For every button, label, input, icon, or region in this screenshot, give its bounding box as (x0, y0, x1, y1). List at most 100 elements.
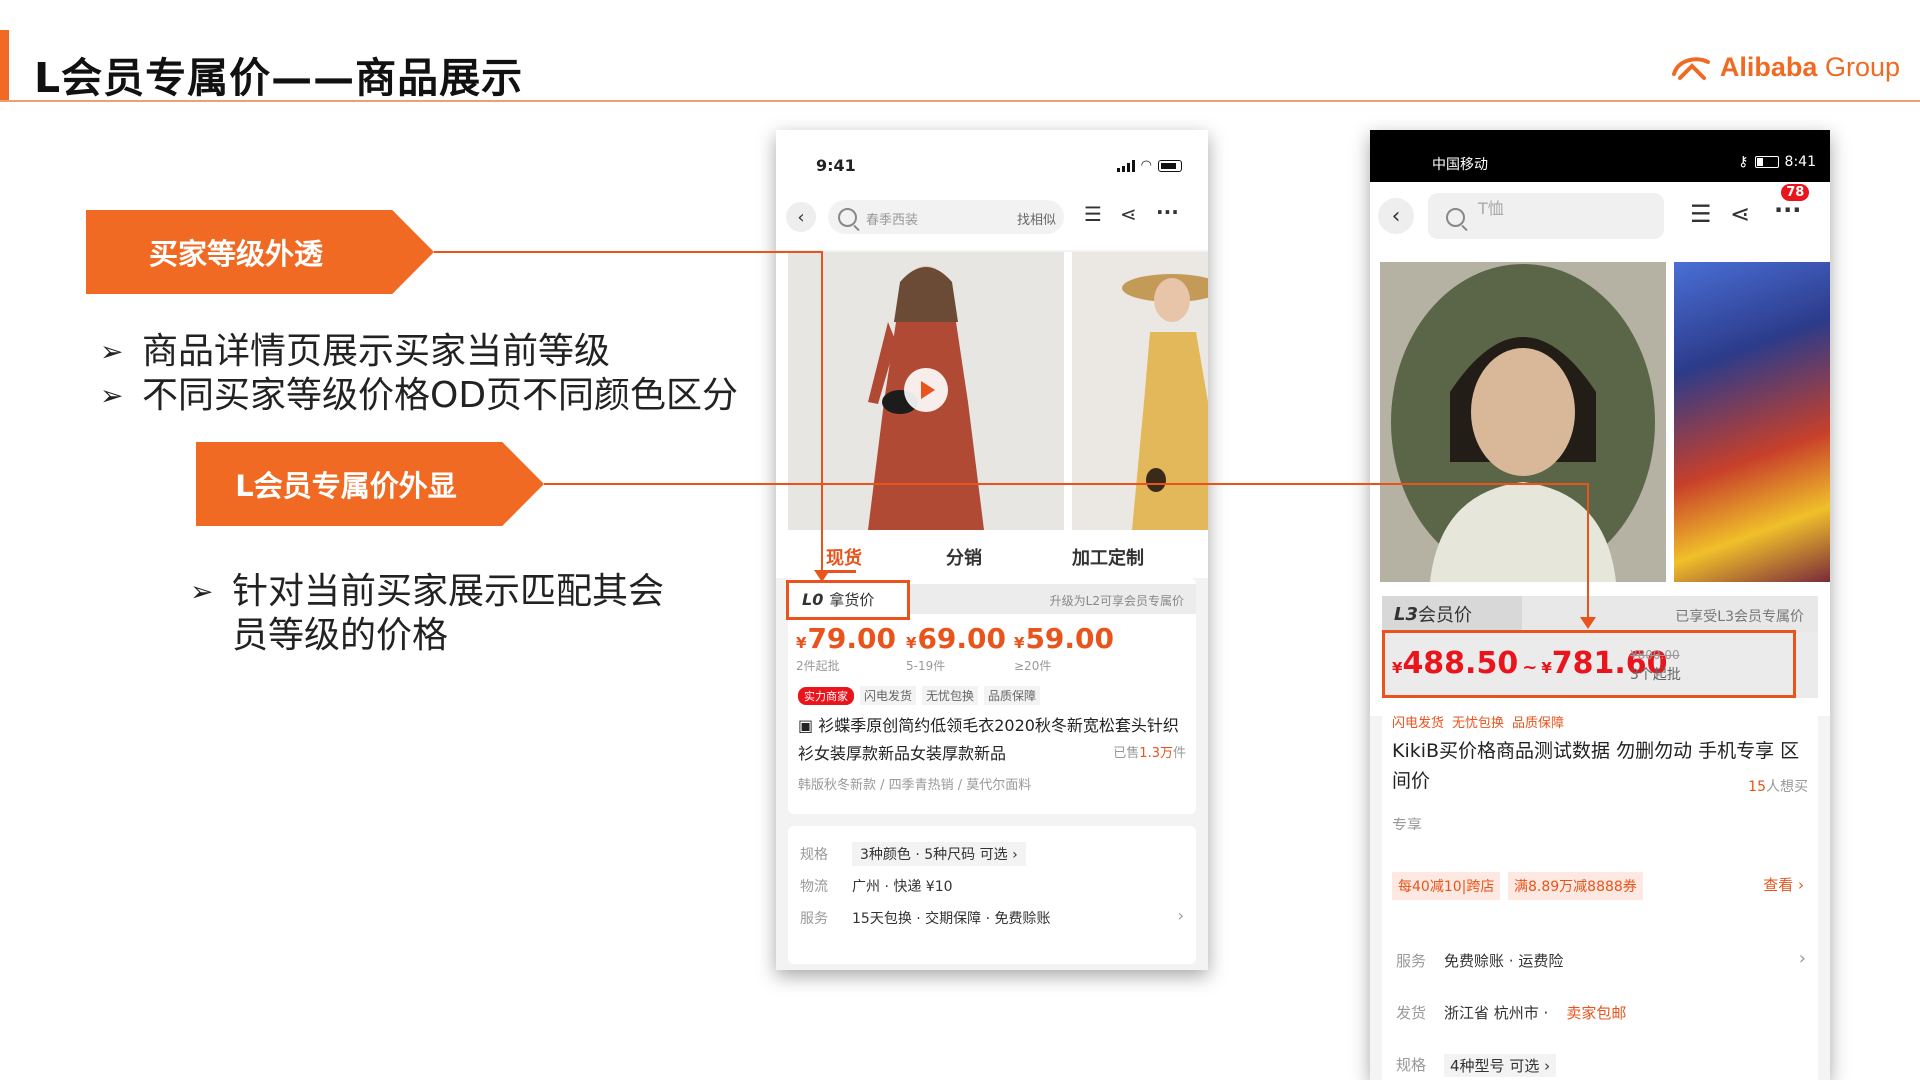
bullet-item: ➢ 商品详情页展示买家当前等级 (100, 330, 738, 374)
title-accent-bar (0, 30, 9, 100)
bullet-text: 员等级的价格 (232, 615, 449, 656)
logistics-row: 物流 广州 · 快递 ¥10 (800, 876, 953, 896)
callout-l-price: L会员专属价外显 (196, 442, 544, 526)
level-note: 已享受L3会员专属价 (1675, 609, 1804, 625)
price-card: L0 拿货价 升级为L2可享会员专属价 ¥79.00 2件起批 ¥69.00 5-… (786, 578, 1196, 814)
coupon-cross-store[interactable]: 每40减10|跨店 (1392, 872, 1501, 900)
signal-icon (1116, 159, 1135, 172)
wifi-icon: ◠ (1140, 158, 1152, 173)
coupon-discount[interactable]: 满8.89万减8888券 (1508, 872, 1643, 900)
carrier-name: 中国移动 (1432, 157, 1488, 173)
price-tier: ¥79.00 2件起批 (796, 622, 896, 674)
price-amount: 79.00 (807, 622, 897, 655)
bullet-arrow-icon: ➢ (100, 335, 124, 368)
logistics-value: 广州 · 快递 ¥10 (852, 879, 953, 895)
ship-value: 浙江省 杭州市 · (1444, 1004, 1549, 1022)
currency-symbol: ¥ (796, 634, 807, 652)
product-image-red-dress[interactable] (788, 252, 1064, 530)
sold-number: 1.3万 (1139, 746, 1173, 761)
yellow-dress-illustration (1072, 252, 1208, 530)
want-number: 15 (1748, 779, 1766, 795)
service-row[interactable]: 服务 15天包换 · 交期保障 · 免费赊账 (800, 908, 1051, 928)
ship-row: 发货 浙江省 杭州市 · 卖家包邮 (1396, 1002, 1626, 1023)
tab-distribution[interactable]: 分销 (946, 544, 982, 570)
search-placeholder: 春季西装 (866, 213, 919, 228)
search-input[interactable]: T恤 (1428, 193, 1664, 239)
tag-fast-ship: 闪电发货 (860, 686, 917, 705)
search-icon (1446, 208, 1465, 227)
bullet-item: ➢ 不同买家等级价格OD页不同颜色区分 (100, 374, 738, 418)
search-input[interactable]: 春季西装 找相似 (828, 200, 1064, 234)
logo-group: Group (1824, 52, 1900, 82)
play-video-button[interactable] (904, 368, 948, 412)
service-tags: 实力商家 闪电发货 无忧包换 品质保障 (798, 686, 1041, 705)
sold-count: 已售1.3万件 (1113, 742, 1186, 761)
alibaba-logo-mark-icon (1671, 56, 1710, 80)
price-tier: ¥69.00 5-19件 (906, 622, 1006, 674)
back-button[interactable]: ‹ (1378, 198, 1414, 234)
spec-label: 规格 (800, 847, 828, 863)
price-tier-note: 2件起批 (796, 659, 840, 673)
currency-symbol: ¥ (906, 634, 917, 652)
chevron-right-icon[interactable]: › (1178, 906, 1184, 925)
status-bar: 中国移动 ⚷ 8:41 (1370, 130, 1830, 182)
status-time: 9:41 (816, 156, 856, 175)
shop-icon: ▣ (798, 716, 819, 735)
search-icon (838, 208, 857, 227)
price-amount: 59.00 (1025, 622, 1115, 655)
phone-screen-2: 中国移动 ⚷ 8:41 ‹ T恤 ☰ ⋖ ··· 78 L3 会员价 已享受L3会员… (1370, 130, 1830, 1080)
share-icon[interactable]: ⋖ (1120, 202, 1137, 226)
connector-arrow-1-icon (814, 570, 830, 582)
price-highlight-box (1382, 630, 1796, 698)
bullet-text: 针对当前买家展示匹配其会 (232, 571, 665, 612)
product-image-painting[interactable] (1674, 262, 1830, 582)
service-label: 服务 (800, 911, 828, 927)
service-value: 15天包换 · 交期保障 · 免费赊账 (852, 911, 1051, 927)
connector-line-2-vertical (1587, 483, 1589, 619)
service-value: 免费赊账 · 运费险 (1444, 952, 1564, 970)
upgrade-note[interactable]: 升级为L2可享会员专属价 (1050, 592, 1184, 609)
alibaba-logo-text: Alibaba Group (1720, 52, 1900, 83)
product-keywords: 韩版秋冬新款 / 四季青热销 / 莫代尔面料 (798, 778, 1032, 793)
status-icons: ◠ (1116, 158, 1182, 173)
bullet-text: 商品详情页展示买家当前等级 (142, 331, 611, 372)
callout-buyer-level-label: 买家等级外透 (148, 237, 323, 271)
tab-customization[interactable]: 加工定制 (1072, 544, 1144, 570)
spec-row[interactable]: 规格 4种型号 可选 › (1396, 1054, 1557, 1077)
list-icon[interactable]: ☰ (1690, 200, 1712, 228)
connector-line-1-vertical (821, 251, 823, 573)
service-row[interactable]: 服务 免费赊账 · 运费险 (1396, 950, 1563, 971)
product-image-yellow-dress[interactable] (1072, 252, 1208, 530)
back-button[interactable]: ‹ (786, 202, 816, 232)
callout-buyer-level: 买家等级外透 (86, 210, 434, 294)
find-similar-button[interactable]: 找相似 (1017, 209, 1056, 228)
service-label: 服务 (1396, 952, 1427, 970)
spec-value: 3种颜色 · 5种尺码 可选 › (852, 842, 1026, 866)
tag-worry-free: 无忧包换 (922, 686, 979, 705)
notification-badge: 78 (1781, 184, 1810, 201)
spec-value: 4种型号 可选 › (1444, 1054, 1557, 1077)
ship-label: 发货 (1396, 1004, 1427, 1022)
share-icon[interactable]: ⋖ (1730, 200, 1750, 228)
bullet-item: ➢员等级的价格 (190, 614, 664, 658)
phone-screen-1: 9:41 ◠ ‹ 春季西装 找相似 ☰ ⋖ ··· 现货 分销 加工定制 L0 … (776, 130, 1208, 970)
status-right: ⚷ 8:41 (1738, 154, 1816, 170)
list-icon[interactable]: ☰ (1084, 202, 1102, 226)
sold-prefix: 已售 (1113, 746, 1140, 761)
service-tags: 闪电发货 无忧包换 品质保障 (1392, 712, 1564, 731)
currency-symbol: ¥ (1014, 634, 1025, 652)
level-code: L3 (1394, 603, 1418, 625)
status-time: 8:41 (1784, 154, 1816, 170)
tab-in-stock[interactable]: 现货 (826, 544, 862, 570)
sold-unit: 件 (1172, 746, 1186, 761)
spec-row[interactable]: 规格 3种颜色 · 5种尺码 可选 › (800, 842, 1026, 866)
more-icon[interactable]: ··· (1156, 200, 1179, 224)
connector-line-2-horizontal (544, 483, 1588, 485)
product-image-portrait[interactable] (1380, 262, 1666, 582)
more-icon[interactable]: ··· 78 (1774, 184, 1810, 224)
tab-bar: 现货 分销 加工定制 (776, 532, 1208, 578)
alibaba-logo: Alibaba Group (1670, 52, 1900, 83)
level-tag: L3 会员价 (1382, 596, 1522, 632)
view-coupons-link[interactable]: 查看 › (1763, 874, 1804, 895)
chevron-right-icon[interactable]: › (1799, 948, 1806, 969)
